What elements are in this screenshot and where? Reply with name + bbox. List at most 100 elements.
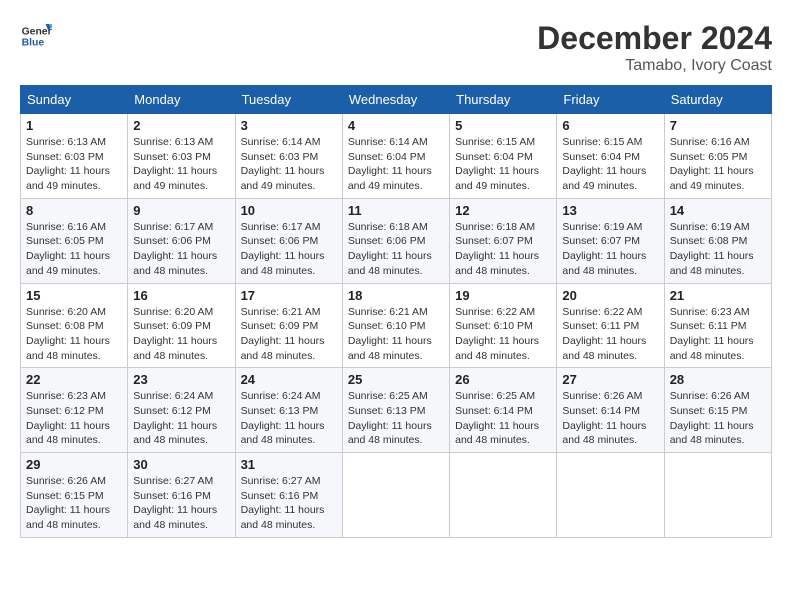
day-info: Sunrise: 6:17 AMSunset: 6:06 PMDaylight:… [133,220,229,279]
calendar-cell: 29Sunrise: 6:26 AMSunset: 6:15 PMDayligh… [21,453,128,538]
day-info: Sunrise: 6:22 AMSunset: 6:11 PMDaylight:… [562,305,658,364]
day-number: 15 [26,288,122,303]
day-info: Sunrise: 6:26 AMSunset: 6:15 PMDaylight:… [26,474,122,533]
day-number: 3 [241,118,337,133]
day-number: 6 [562,118,658,133]
calendar-cell: 20 Sunrise: 6:22 AMSunset: 6:11 PMDayligh… [557,283,664,368]
day-info: Sunrise: 6:26 AMSunset: 6:15 PMDaylight:… [670,389,766,448]
calendar-table: SundayMondayTuesdayWednesdayThursdayFrid… [20,85,772,538]
calendar-cell: 27 Sunrise: 6:26 AMSunset: 6:14 PMDayligh… [557,368,664,453]
day-number: 24 [241,372,337,387]
day-number: 23 [133,372,229,387]
calendar-cell: 8 Sunrise: 6:16 AMSunset: 6:05 PMDaylight… [21,198,128,283]
day-info: Sunrise: 6:17 AMSunset: 6:06 PMDaylight:… [241,220,337,279]
day-number: 8 [26,203,122,218]
calendar-cell: 11Sunrise: 6:18 AMSunset: 6:06 PMDayligh… [342,198,449,283]
calendar-cell: 1 Sunrise: 6:13 AMSunset: 6:03 PMDaylight… [21,114,128,199]
day-info: Sunrise: 6:18 AMSunset: 6:06 PMDaylight:… [348,220,444,279]
day-info: Sunrise: 6:19 AMSunset: 6:08 PMDaylight:… [670,220,766,279]
day-info: Sunrise: 6:18 AMSunset: 6:07 PMDaylight:… [455,220,551,279]
day-number: 31 [241,457,337,472]
day-info: Sunrise: 6:26 AMSunset: 6:14 PMDaylight:… [562,389,658,448]
calendar-day-header: Monday [128,86,235,114]
day-info: Sunrise: 6:24 AMSunset: 6:12 PMDaylight:… [133,389,229,448]
calendar-cell: 15 Sunrise: 6:20 AMSunset: 6:08 PMDayligh… [21,283,128,368]
day-number: 18 [348,288,444,303]
calendar-week-row: 1 Sunrise: 6:13 AMSunset: 6:03 PMDaylight… [21,114,772,199]
day-number: 26 [455,372,551,387]
calendar-week-row: 8 Sunrise: 6:16 AMSunset: 6:05 PMDaylight… [21,198,772,283]
title-area: December 2024 Tamabo, Ivory Coast [537,20,772,75]
day-number: 28 [670,372,766,387]
calendar-cell [664,453,771,538]
calendar-cell: 7 Sunrise: 6:16 AMSunset: 6:05 PMDaylight… [664,114,771,199]
day-number: 27 [562,372,658,387]
day-info: Sunrise: 6:23 AMSunset: 6:11 PMDaylight:… [670,305,766,364]
calendar-cell: 23 Sunrise: 6:24 AMSunset: 6:12 PMDayligh… [128,368,235,453]
calendar-cell: 5 Sunrise: 6:15 AMSunset: 6:04 PMDaylight… [450,114,557,199]
page-header: General Blue December 2024 Tamabo, Ivory… [20,20,772,75]
day-info: Sunrise: 6:13 AMSunset: 6:03 PMDaylight:… [133,135,229,194]
day-info: Sunrise: 6:14 AMSunset: 6:03 PMDaylight:… [241,135,337,194]
calendar-day-header: Tuesday [235,86,342,114]
calendar-cell: 13 Sunrise: 6:19 AMSunset: 6:07 PMDayligh… [557,198,664,283]
calendar-week-row: 15 Sunrise: 6:20 AMSunset: 6:08 PMDayligh… [21,283,772,368]
calendar-day-header: Friday [557,86,664,114]
day-info: Sunrise: 6:16 AMSunset: 6:05 PMDaylight:… [26,220,122,279]
month-year: December 2024 [537,20,772,57]
calendar-cell: 12 Sunrise: 6:18 AMSunset: 6:07 PMDayligh… [450,198,557,283]
day-info: Sunrise: 6:15 AMSunset: 6:04 PMDaylight:… [562,135,658,194]
day-info: Sunrise: 6:21 AMSunset: 6:09 PMDaylight:… [241,305,337,364]
day-info: Sunrise: 6:27 AMSunset: 6:16 PMDaylight:… [241,474,337,533]
day-info: Sunrise: 6:19 AMSunset: 6:07 PMDaylight:… [562,220,658,279]
calendar-day-header: Wednesday [342,86,449,114]
day-info: Sunrise: 6:13 AMSunset: 6:03 PMDaylight:… [26,135,122,194]
calendar-cell: 22 Sunrise: 6:23 AMSunset: 6:12 PMDayligh… [21,368,128,453]
calendar-cell: 16Sunrise: 6:20 AMSunset: 6:09 PMDayligh… [128,283,235,368]
calendar-cell: 14 Sunrise: 6:19 AMSunset: 6:08 PMDayligh… [664,198,771,283]
day-info: Sunrise: 6:14 AMSunset: 6:04 PMDaylight:… [348,135,444,194]
day-number: 19 [455,288,551,303]
calendar-cell [450,453,557,538]
day-number: 7 [670,118,766,133]
calendar-cell: 21 Sunrise: 6:23 AMSunset: 6:11 PMDayligh… [664,283,771,368]
day-info: Sunrise: 6:23 AMSunset: 6:12 PMDaylight:… [26,389,122,448]
calendar-cell: 6 Sunrise: 6:15 AMSunset: 6:04 PMDaylight… [557,114,664,199]
calendar-cell: 18 Sunrise: 6:21 AMSunset: 6:10 PMDayligh… [342,283,449,368]
calendar-week-row: 29Sunrise: 6:26 AMSunset: 6:15 PMDayligh… [21,453,772,538]
day-number: 1 [26,118,122,133]
day-info: Sunrise: 6:25 AMSunset: 6:13 PMDaylight:… [348,389,444,448]
calendar-day-header: Saturday [664,86,771,114]
day-info: Sunrise: 6:21 AMSunset: 6:10 PMDaylight:… [348,305,444,364]
day-info: Sunrise: 6:27 AMSunset: 6:16 PMDaylight:… [133,474,229,533]
day-info: Sunrise: 6:24 AMSunset: 6:13 PMDaylight:… [241,389,337,448]
calendar-cell: 19Sunrise: 6:22 AMSunset: 6:10 PMDayligh… [450,283,557,368]
day-number: 17 [241,288,337,303]
day-number: 12 [455,203,551,218]
calendar-cell: 28 Sunrise: 6:26 AMSunset: 6:15 PMDayligh… [664,368,771,453]
day-info: Sunrise: 6:25 AMSunset: 6:14 PMDaylight:… [455,389,551,448]
day-info: Sunrise: 6:16 AMSunset: 6:05 PMDaylight:… [670,135,766,194]
day-number: 22 [26,372,122,387]
calendar-cell: 26 Sunrise: 6:25 AMSunset: 6:14 PMDayligh… [450,368,557,453]
calendar-cell [557,453,664,538]
day-number: 14 [670,203,766,218]
day-number: 13 [562,203,658,218]
day-number: 5 [455,118,551,133]
day-number: 30 [133,457,229,472]
calendar-cell: 17 Sunrise: 6:21 AMSunset: 6:09 PMDayligh… [235,283,342,368]
calendar-cell: 4Sunrise: 6:14 AMSunset: 6:04 PMDaylight… [342,114,449,199]
day-info: Sunrise: 6:15 AMSunset: 6:04 PMDaylight:… [455,135,551,194]
calendar-cell: 24 Sunrise: 6:24 AMSunset: 6:13 PMDayligh… [235,368,342,453]
calendar-cell [342,453,449,538]
day-info: Sunrise: 6:20 AMSunset: 6:09 PMDaylight:… [133,305,229,364]
calendar-cell: 10Sunrise: 6:17 AMSunset: 6:06 PMDayligh… [235,198,342,283]
day-number: 21 [670,288,766,303]
day-info: Sunrise: 6:20 AMSunset: 6:08 PMDaylight:… [26,305,122,364]
svg-text:Blue: Blue [22,38,45,49]
day-number: 20 [562,288,658,303]
calendar-header-row: SundayMondayTuesdayWednesdayThursdayFrid… [21,86,772,114]
calendar-week-row: 22 Sunrise: 6:23 AMSunset: 6:12 PMDayligh… [21,368,772,453]
calendar-cell: 9Sunrise: 6:17 AMSunset: 6:06 PMDaylight… [128,198,235,283]
calendar-cell: 31 Sunrise: 6:27 AMSunset: 6:16 PMDayligh… [235,453,342,538]
